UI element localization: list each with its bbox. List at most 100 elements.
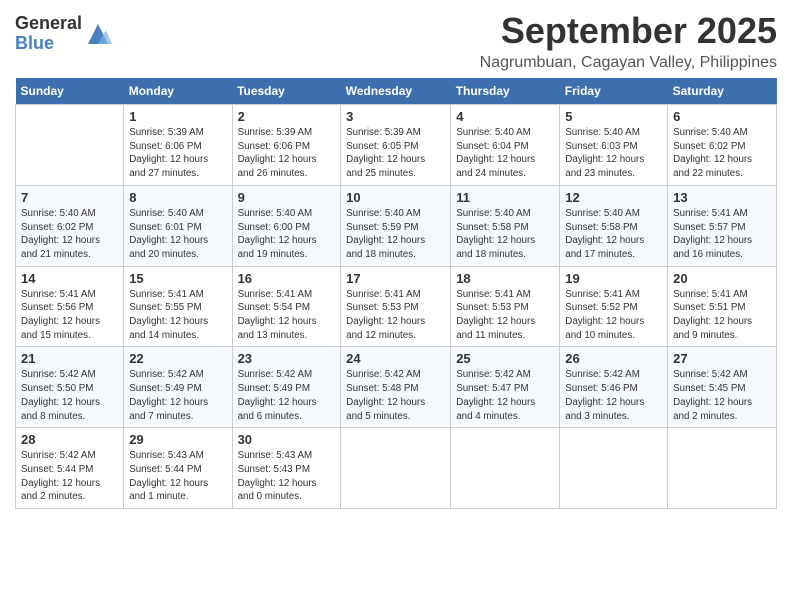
calendar-cell: 22Sunrise: 5:42 AM Sunset: 5:49 PM Dayli… xyxy=(124,347,232,428)
title-area: September 2025 Nagrumbuan, Cagayan Valle… xyxy=(480,10,777,72)
calendar-cell: 11 Sunrise: 5:40 AM Sunset: 5:58 PM Dayli… xyxy=(451,185,560,266)
day-info: Sunrise: 5:41 AM Sunset: 5:53 PM Dayligh… xyxy=(456,288,554,343)
calendar-cell: 19Sunrise: 5:41 AM Sunset: 5:52 PM Dayli… xyxy=(560,266,668,347)
col-header-saturday: Saturday xyxy=(668,78,777,105)
calendar-cell xyxy=(341,428,451,509)
day-number: 2 xyxy=(238,109,336,124)
day-info: Sunrise: 5:42 AM Sunset: 5:46 PM Dayligh… xyxy=(565,368,662,423)
logo: General Blue xyxy=(15,14,112,54)
calendar-cell: 3 Sunrise: 5:39 AM Sunset: 6:05 PM Daylig… xyxy=(341,105,451,186)
day-info: Sunrise: 5:42 AM Sunset: 5:50 PM Dayligh… xyxy=(21,368,118,423)
day-info: Sunrise: 5:42 AM Sunset: 5:49 PM Dayligh… xyxy=(129,368,226,423)
logo-text: General Blue xyxy=(15,14,82,54)
day-info: Sunrise: 5:41 AM Sunset: 5:54 PM Dayligh… xyxy=(238,288,336,343)
day-info: Sunrise: 5:40 AM Sunset: 6:01 PM Dayligh… xyxy=(129,207,226,262)
day-info: Sunrise: 5:39 AM Sunset: 6:06 PM Dayligh… xyxy=(238,126,336,181)
calendar-cell xyxy=(16,105,124,186)
calendar-cell: 24 Sunrise: 5:42 AM Sunset: 5:48 PM Dayli… xyxy=(341,347,451,428)
calendar-cell: 5 Sunrise: 5:40 AM Sunset: 6:03 PM Daylig… xyxy=(560,105,668,186)
calendar-cell: 30 Sunrise: 5:43 AM Sunset: 5:43 PM Dayli… xyxy=(232,428,341,509)
day-info: Sunrise: 5:42 AM Sunset: 5:45 PM Dayligh… xyxy=(673,368,771,423)
day-number: 14 xyxy=(21,271,118,286)
day-number: 4 xyxy=(456,109,554,124)
day-info: Sunrise: 5:39 AM Sunset: 6:06 PM Dayligh… xyxy=(129,126,226,181)
day-info: Sunrise: 5:40 AM Sunset: 6:02 PM Dayligh… xyxy=(673,126,771,181)
calendar-cell: 12 Sunrise: 5:40 AM Sunset: 5:58 PM Dayli… xyxy=(560,185,668,266)
calendar-cell: 20 Sunrise: 5:41 AM Sunset: 5:51 PM Dayli… xyxy=(668,266,777,347)
calendar-cell: 21 Sunrise: 5:42 AM Sunset: 5:50 PM Dayli… xyxy=(16,347,124,428)
calendar-table: SundayMondayTuesdayWednesdayThursdayFrid… xyxy=(15,78,777,509)
day-number: 9 xyxy=(238,190,336,205)
day-info: Sunrise: 5:40 AM Sunset: 5:59 PM Dayligh… xyxy=(346,207,445,262)
day-info: Sunrise: 5:42 AM Sunset: 5:47 PM Dayligh… xyxy=(456,368,554,423)
day-number: 15 xyxy=(129,271,226,286)
week-row-3: 14 Sunrise: 5:41 AM Sunset: 5:56 PM Dayli… xyxy=(16,266,777,347)
day-info: Sunrise: 5:42 AM Sunset: 5:49 PM Dayligh… xyxy=(238,368,336,423)
calendar-cell: 2 Sunrise: 5:39 AM Sunset: 6:06 PM Daylig… xyxy=(232,105,341,186)
calendar-cell xyxy=(560,428,668,509)
week-row-2: 7Sunrise: 5:40 AM Sunset: 6:02 PM Daylig… xyxy=(16,185,777,266)
day-number: 21 xyxy=(21,351,118,366)
calendar-cell: 28Sunrise: 5:42 AM Sunset: 5:44 PM Dayli… xyxy=(16,428,124,509)
day-info: Sunrise: 5:41 AM Sunset: 5:55 PM Dayligh… xyxy=(129,288,226,343)
day-number: 24 xyxy=(346,351,445,366)
day-number: 20 xyxy=(673,271,771,286)
day-number: 11 xyxy=(456,190,554,205)
day-number: 8 xyxy=(129,190,226,205)
week-row-4: 21 Sunrise: 5:42 AM Sunset: 5:50 PM Dayli… xyxy=(16,347,777,428)
month-title: September 2025 xyxy=(480,10,777,52)
day-number: 25 xyxy=(456,351,554,366)
calendar-cell: 26Sunrise: 5:42 AM Sunset: 5:46 PM Dayli… xyxy=(560,347,668,428)
calendar-cell: 17 Sunrise: 5:41 AM Sunset: 5:53 PM Dayli… xyxy=(341,266,451,347)
day-number: 18 xyxy=(456,271,554,286)
day-number: 13 xyxy=(673,190,771,205)
calendar-cell xyxy=(668,428,777,509)
day-number: 1 xyxy=(129,109,226,124)
calendar-cell: 18 Sunrise: 5:41 AM Sunset: 5:53 PM Dayli… xyxy=(451,266,560,347)
header-row: SundayMondayTuesdayWednesdayThursdayFrid… xyxy=(16,78,777,105)
day-number: 7 xyxy=(21,190,118,205)
day-number: 3 xyxy=(346,109,445,124)
day-number: 28 xyxy=(21,432,118,447)
location-title: Nagrumbuan, Cagayan Valley, Philippines xyxy=(480,54,777,72)
week-row-5: 28Sunrise: 5:42 AM Sunset: 5:44 PM Dayli… xyxy=(16,428,777,509)
day-number: 12 xyxy=(565,190,662,205)
day-number: 30 xyxy=(238,432,336,447)
day-info: Sunrise: 5:40 AM Sunset: 6:04 PM Dayligh… xyxy=(456,126,554,181)
day-number: 19 xyxy=(565,271,662,286)
header: General Blue September 2025 Nagrumbuan, … xyxy=(15,10,777,72)
calendar-cell: 1 Sunrise: 5:39 AM Sunset: 6:06 PM Daylig… xyxy=(124,105,232,186)
day-info: Sunrise: 5:40 AM Sunset: 5:58 PM Dayligh… xyxy=(456,207,554,262)
logo-general: General xyxy=(15,14,82,34)
calendar-cell: 29 Sunrise: 5:43 AM Sunset: 5:44 PM Dayli… xyxy=(124,428,232,509)
day-info: Sunrise: 5:41 AM Sunset: 5:53 PM Dayligh… xyxy=(346,288,445,343)
day-number: 29 xyxy=(129,432,226,447)
calendar-cell: 16Sunrise: 5:41 AM Sunset: 5:54 PM Dayli… xyxy=(232,266,341,347)
day-info: Sunrise: 5:43 AM Sunset: 5:44 PM Dayligh… xyxy=(129,449,226,504)
col-header-sunday: Sunday xyxy=(16,78,124,105)
calendar-cell: 4 Sunrise: 5:40 AM Sunset: 6:04 PM Daylig… xyxy=(451,105,560,186)
col-header-thursday: Thursday xyxy=(451,78,560,105)
day-number: 17 xyxy=(346,271,445,286)
day-info: Sunrise: 5:41 AM Sunset: 5:57 PM Dayligh… xyxy=(673,207,771,262)
day-info: Sunrise: 5:40 AM Sunset: 6:03 PM Dayligh… xyxy=(565,126,662,181)
day-number: 27 xyxy=(673,351,771,366)
calendar-cell: 14 Sunrise: 5:41 AM Sunset: 5:56 PM Dayli… xyxy=(16,266,124,347)
calendar-cell: 9 Sunrise: 5:40 AM Sunset: 6:00 PM Daylig… xyxy=(232,185,341,266)
day-info: Sunrise: 5:43 AM Sunset: 5:43 PM Dayligh… xyxy=(238,449,336,504)
day-info: Sunrise: 5:40 AM Sunset: 6:00 PM Dayligh… xyxy=(238,207,336,262)
logo-blue: Blue xyxy=(15,34,82,54)
day-info: Sunrise: 5:39 AM Sunset: 6:05 PM Dayligh… xyxy=(346,126,445,181)
calendar-cell: 7Sunrise: 5:40 AM Sunset: 6:02 PM Daylig… xyxy=(16,185,124,266)
day-number: 6 xyxy=(673,109,771,124)
day-info: Sunrise: 5:41 AM Sunset: 5:56 PM Dayligh… xyxy=(21,288,118,343)
day-info: Sunrise: 5:40 AM Sunset: 5:58 PM Dayligh… xyxy=(565,207,662,262)
day-info: Sunrise: 5:42 AM Sunset: 5:48 PM Dayligh… xyxy=(346,368,445,423)
calendar-cell: 15 Sunrise: 5:41 AM Sunset: 5:55 PM Dayli… xyxy=(124,266,232,347)
day-number: 10 xyxy=(346,190,445,205)
day-info: Sunrise: 5:41 AM Sunset: 5:51 PM Dayligh… xyxy=(673,288,771,343)
calendar-cell: 25 Sunrise: 5:42 AM Sunset: 5:47 PM Dayli… xyxy=(451,347,560,428)
col-header-tuesday: Tuesday xyxy=(232,78,341,105)
calendar-cell xyxy=(451,428,560,509)
day-number: 5 xyxy=(565,109,662,124)
